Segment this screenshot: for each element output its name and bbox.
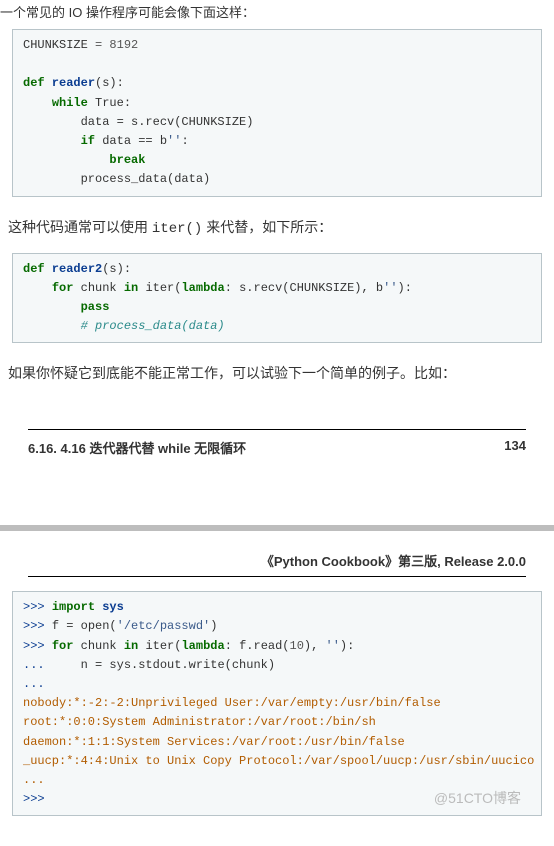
code-line: break [23, 151, 531, 170]
output-line: daemon:*:1:1:System Services:/var/root:/… [23, 733, 531, 752]
output-line: _uucp:*:4:4:Unix to Unix Copy Protocol:/… [23, 752, 531, 771]
code-line: def reader(s): [23, 74, 531, 93]
code-line: process_data(data) [23, 170, 531, 189]
code-block-1: CHUNKSIZE = 8192 def reader(s): while Tr… [12, 29, 542, 197]
document-page: 一个常见的 IO 操作程序可能会像下面这样： CHUNKSIZE = 8192 … [0, 0, 554, 846]
watermark: @51CTO博客 [434, 787, 521, 809]
code-line: ... [23, 675, 531, 694]
page-footer: 6.16. 4.16 迭代器代替 while 无限循环 134 [0, 438, 554, 457]
code-line: # process_data(data) [23, 317, 531, 336]
footer-section-title: 6.16. 4.16 迭代器代替 while 无限循环 [28, 438, 246, 457]
code-line: CHUNKSIZE = 8192 [23, 36, 531, 55]
intro-line: 一个常见的 IO 操作程序可能会像下面这样： [0, 5, 255, 20]
footer-page-number: 134 [504, 438, 526, 457]
code-line: def reader2(s): [23, 260, 531, 279]
code-line: ... n = sys.stdout.write(chunk) [23, 656, 531, 675]
page-header-2: 《Python Cookbook》第三版, Release 2.0.0 [0, 531, 554, 576]
code-block-3: >>> import sys >>> f = open('/etc/passwd… [12, 591, 542, 816]
code-line: pass [23, 298, 531, 317]
code-line: for chunk in iter(lambda: s.recv(CHUNKSI… [23, 279, 531, 298]
inline-code: iter() [152, 221, 202, 237]
page-gap [0, 465, 554, 525]
output-line: nobody:*:-2:-2:Unprivileged User:/var/em… [23, 694, 531, 713]
code-line: if data == b'': [23, 132, 531, 151]
code-line: data = s.recv(CHUNKSIZE) [23, 113, 531, 132]
code-line: >>> for chunk in iter(lambda: f.read(10)… [23, 637, 531, 656]
output-line: root:*:0:0:System Administrator:/var/roo… [23, 713, 531, 732]
code-line: >>> import sys [23, 598, 531, 617]
code-line [23, 55, 531, 74]
paragraph-1: 这种代码通常可以使用 iter() 来代替，如下所示： [0, 207, 554, 253]
code-line: >>> f = open('/etc/passwd') [23, 617, 531, 636]
code-line: while True: [23, 94, 531, 113]
code-block-2: def reader2(s): for chunk in iter(lambda… [12, 253, 542, 344]
header-rule [28, 576, 526, 577]
footer-rule [28, 429, 526, 430]
intro-text: 一个常见的 IO 操作程序可能会像下面这样： [0, 0, 554, 29]
paragraph-2: 如果你怀疑它到底能不能正常工作，可以试验下一个简单的例子。比如： [0, 353, 554, 399]
